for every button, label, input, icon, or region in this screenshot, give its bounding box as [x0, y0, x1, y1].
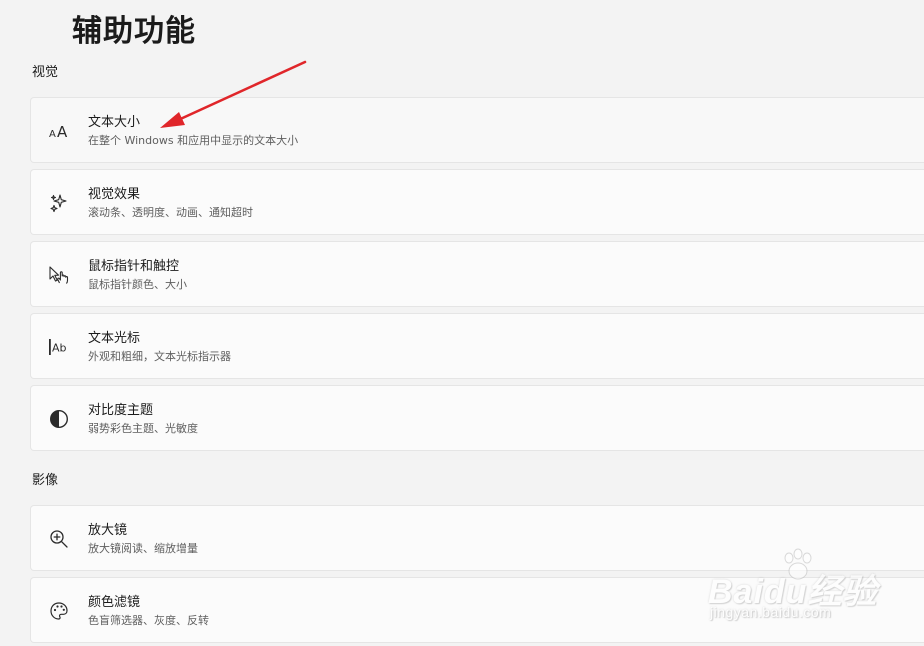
setting-subtitle: 鼠标指针颜色、大小	[88, 278, 187, 291]
setting-card-contrast-themes[interactable]: 对比度主题 弱势彩色主题、光敏度	[30, 385, 924, 451]
text-size-icon: A A	[47, 119, 71, 143]
setting-subtitle: 弱势彩色主题、光敏度	[88, 422, 198, 435]
setting-title: 文本大小	[88, 115, 141, 130]
setting-subtitle: 滚动条、透明度、动画、通知超时	[88, 206, 253, 219]
setting-subtitle: 放大镜阅读、缩放增量	[88, 542, 198, 555]
setting-card-visual-effects[interactable]: 视觉效果 滚动条、透明度、动画、通知超时	[30, 169, 924, 235]
svg-text:Ab: Ab	[52, 342, 67, 355]
page-title: 辅助功能	[72, 14, 196, 49]
watermark-url: jingyan.baidu.com	[710, 604, 832, 620]
section-header-imaging: 影像	[32, 473, 59, 488]
setting-card-text-cursor[interactable]: Ab 文本光标 外观和粗细，文本光标指示器	[30, 313, 924, 379]
setting-subtitle: 外观和粗细，文本光标指示器	[88, 350, 231, 363]
magnifier-icon	[47, 527, 71, 551]
svg-text:A: A	[49, 129, 56, 139]
setting-title: 鼠标指针和触控	[88, 259, 180, 274]
visual-effects-icon	[47, 191, 71, 215]
baidu-watermark: Baidu经验 jingyan.baidu.com	[708, 548, 878, 628]
setting-title: 颜色滤镜	[88, 595, 141, 610]
contrast-icon	[47, 407, 71, 431]
text-cursor-icon: Ab	[47, 335, 71, 359]
color-filter-icon	[47, 599, 71, 623]
setting-subtitle: 在整个 Windows 和应用中显示的文本大小	[88, 134, 299, 147]
setting-card-text-size[interactable]: A A 文本大小 在整个 Windows 和应用中显示的文本大小	[30, 97, 924, 163]
setting-subtitle: 色盲筛选器、灰度、反转	[88, 614, 209, 627]
mouse-pointer-touch-icon	[47, 263, 71, 287]
svg-text:A: A	[57, 123, 68, 139]
setting-title: 视觉效果	[88, 187, 141, 202]
setting-title: 放大镜	[88, 523, 128, 538]
setting-title: 文本光标	[88, 331, 141, 346]
setting-title: 对比度主题	[88, 403, 154, 418]
section-header-vision: 视觉	[32, 65, 59, 80]
setting-card-mouse-pointer-touch[interactable]: 鼠标指针和触控 鼠标指针颜色、大小	[30, 241, 924, 307]
